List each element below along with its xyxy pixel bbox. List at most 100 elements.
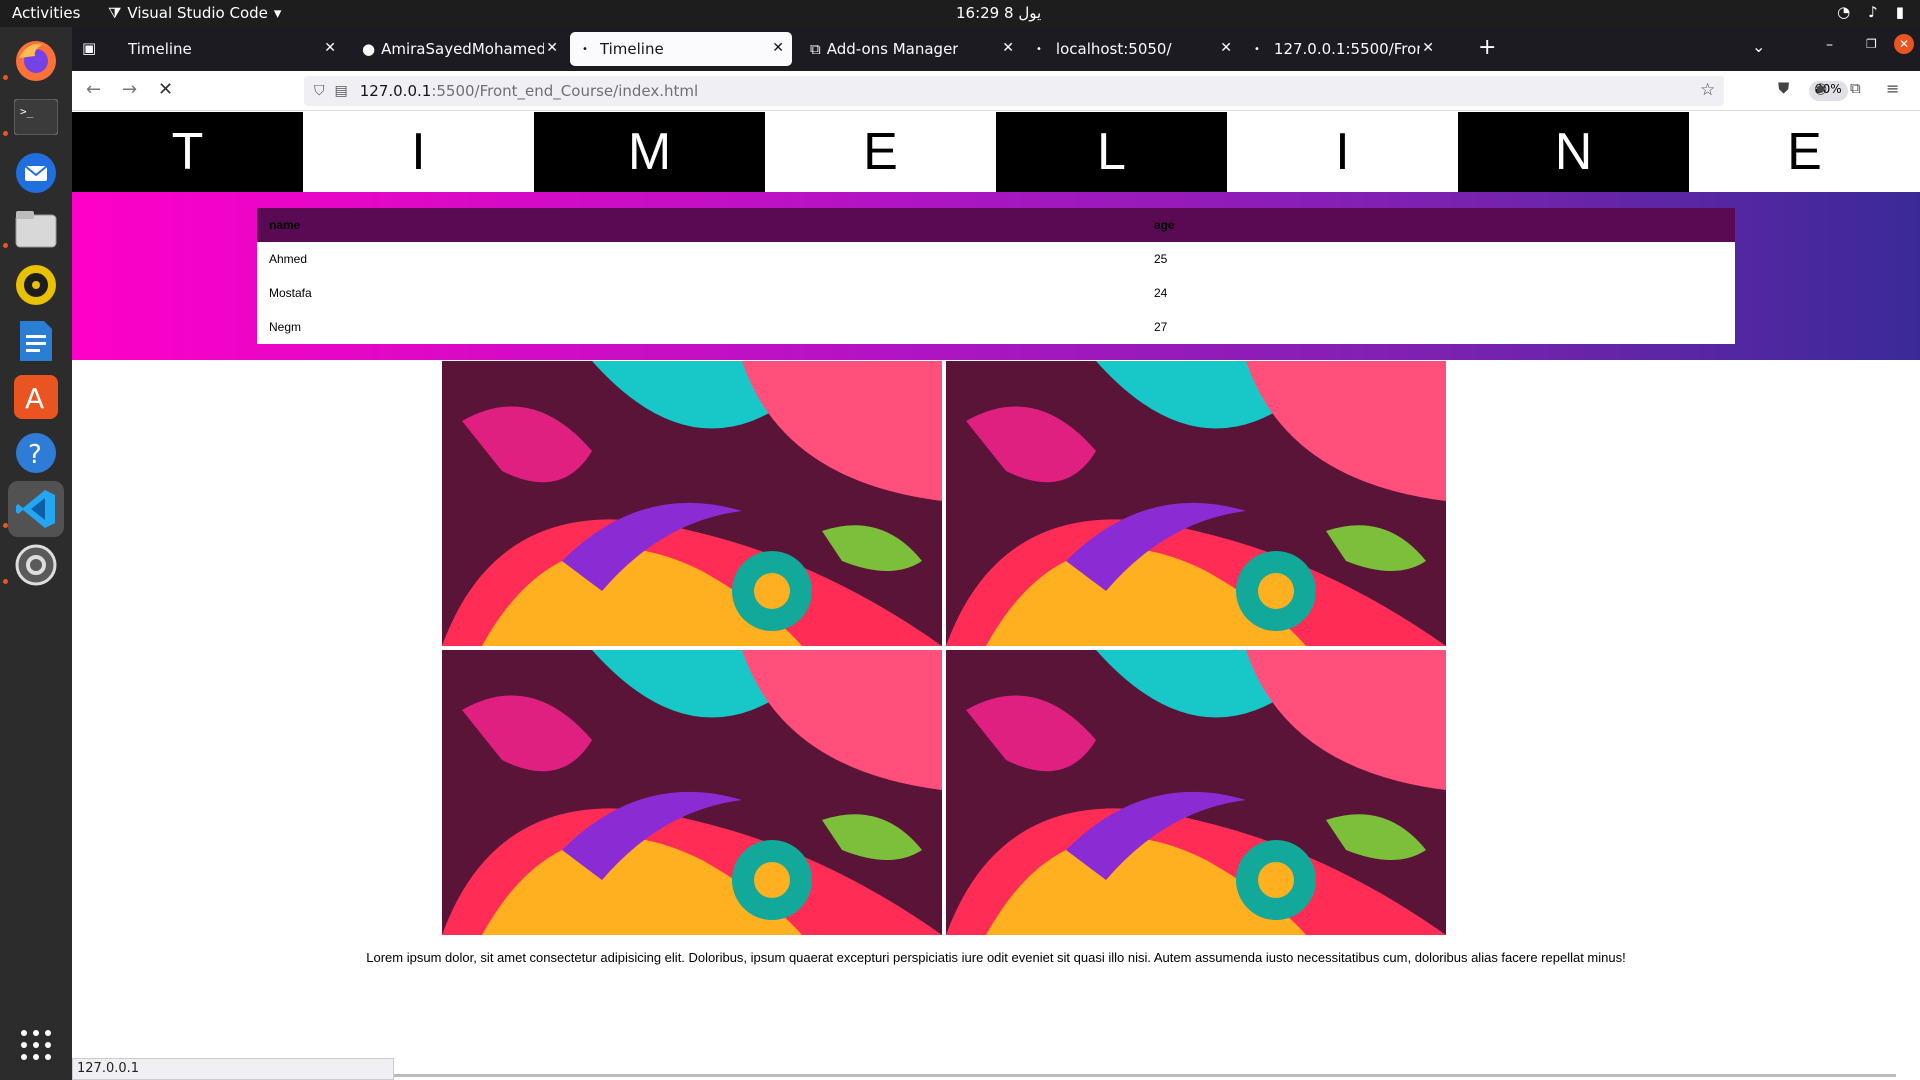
tab-title: AmiraSayedMohamed/IT [381, 40, 552, 58]
help-icon[interactable]: ? [8, 425, 64, 481]
table-row: Ahmed 25 [257, 242, 1735, 276]
letter-block: I [303, 112, 534, 192]
thunderbird-icon[interactable] [8, 145, 64, 201]
app-menu[interactable]: ⧩ Visual Studio Code ▾ [108, 4, 281, 22]
account-icon[interactable]: ◉ [1814, 79, 1827, 97]
letter-block: I [1227, 112, 1458, 192]
url-host: 127.0.0.1 [359, 82, 432, 100]
gallery-image [442, 650, 942, 935]
tab-dot-icon: • [582, 43, 588, 55]
table-cell: 24 [1142, 276, 1735, 310]
svg-text:A: A [25, 382, 44, 415]
gallery-image [442, 361, 942, 646]
tab-list-icon[interactable]: ▣ [82, 39, 96, 57]
close-icon[interactable]: ✕ [772, 40, 784, 56]
gallery-image [946, 650, 1446, 935]
tab-timeline-active[interactable]: • Timeline ✕ [570, 32, 792, 66]
page-icon[interactable]: ▤ [335, 83, 348, 99]
system-status-area[interactable]: ◔ ♪ ▮ [1837, 3, 1904, 21]
url-bar[interactable]: ⛉ ▤ 127.0.0.1:5500/Front_end_Course/inde… [304, 76, 1848, 106]
timeline-letters: T I M E L I N E [72, 112, 1920, 192]
tab-timeline-1[interactable]: Timeline ✕ [116, 32, 344, 66]
close-icon[interactable]: ✕ [1420, 40, 1434, 56]
vscode-small-icon: ⧩ [108, 4, 122, 22]
hamburger-menu-icon[interactable]: ≡ [1886, 79, 1899, 98]
forward-icon[interactable]: → [122, 79, 137, 100]
dock: >_ A ? [0, 27, 72, 1080]
chevron-down-icon: ▾ [273, 4, 282, 22]
svg-text:?: ? [28, 440, 42, 470]
pocket-icon[interactable]: ⛊ [1778, 79, 1789, 97]
letter-block: T [72, 112, 303, 192]
extensions-icon[interactable]: ⧉ [1850, 79, 1861, 97]
app-center-icon[interactable]: A [8, 369, 64, 425]
table-header-row: name age [257, 208, 1735, 242]
tab-title: 127.0.0.1:5500/Front_en [1273, 40, 1424, 58]
rhythmbox-icon[interactable] [8, 257, 64, 313]
url-path: :5500/Front_end_Course/index.html [431, 82, 699, 100]
firefox-icon[interactable] [8, 33, 64, 89]
tab-dot-icon: • [1036, 43, 1042, 55]
table-row: Mostafa 24 [257, 276, 1735, 310]
svg-text:>_: >_ [20, 105, 34, 118]
restore-icon[interactable]: ❐ [1866, 37, 1877, 51]
gradient-section: name age Ahmed 25 Mostafa 24 Negm 27 [72, 192, 1920, 360]
horizontal-scrollbar[interactable] [394, 1074, 1896, 1077]
show-apps-icon[interactable] [8, 1017, 64, 1073]
table-cell: Ahmed [257, 242, 1142, 276]
letter-block: L [996, 112, 1227, 192]
tab-title: Add-ons Manager [826, 40, 959, 58]
close-icon[interactable]: ✕ [544, 40, 558, 56]
puzzle-icon: ⧉ [810, 40, 821, 58]
terminal-icon[interactable]: >_ [8, 89, 64, 145]
tab-addons-manager[interactable]: ⧉ Add-ons Manager ✕ [798, 32, 1022, 66]
tab-title: Timeline [128, 40, 192, 58]
files-icon[interactable] [8, 201, 64, 257]
settings-icon[interactable] [8, 537, 64, 593]
writer-icon[interactable] [8, 313, 64, 369]
letter-block: N [1458, 112, 1689, 192]
tab-dot-icon: • [1254, 43, 1260, 55]
new-tab-icon[interactable]: + [1478, 35, 1496, 60]
minimize-icon[interactable]: – [1826, 37, 1833, 53]
page-viewport: T I M E L I N E name age Ahmed 25 Mostaf… [72, 112, 1920, 1080]
vscode-icon[interactable] [8, 481, 64, 537]
list-all-tabs-icon[interactable]: ⌄ [1752, 37, 1765, 56]
gallery-image [946, 361, 1446, 646]
bookmark-star-icon[interactable]: ☆ [1700, 80, 1715, 100]
app-menu-label: Visual Studio Code [127, 4, 268, 22]
wifi-icon: ◔ [1837, 3, 1851, 21]
stop-loading-icon[interactable]: ✕ [158, 79, 173, 100]
link-status-bar: 127.0.0.1 [72, 1058, 394, 1080]
close-icon[interactable]: ✕ [1220, 40, 1232, 56]
tab-title: Timeline [599, 40, 664, 58]
browser-tab-bar: ▣ Timeline ✕ ● AmiraSayedMohamed/IT ✕ • … [72, 27, 1920, 71]
table-row: Negm 27 [257, 310, 1735, 344]
tab-github[interactable]: ● AmiraSayedMohamed/IT ✕ [350, 32, 566, 66]
battery-icon: ▮ [1895, 3, 1904, 21]
table-cell: Mostafa [257, 276, 1142, 310]
volume-icon: ♪ [1868, 3, 1878, 21]
people-table: name age Ahmed 25 Mostafa 24 Negm 27 [257, 208, 1735, 344]
table-header-age: age [1154, 218, 1175, 232]
letter-block: M [534, 112, 765, 192]
image-gallery [442, 361, 1448, 937]
table-header-name: name [269, 218, 301, 232]
github-icon: ● [362, 40, 376, 58]
window-close-icon[interactable]: ✕ [1894, 34, 1914, 54]
table-cell: 25 [1142, 242, 1735, 276]
activities-button[interactable]: Activities [12, 4, 80, 22]
lorem-paragraph: Lorem ipsum dolor, sit amet consectetur … [366, 950, 1626, 965]
back-icon[interactable]: ← [86, 79, 101, 100]
tab-localhost-5050[interactable]: • localhost:5050/ ✕ [1024, 32, 1240, 66]
table-cell: 27 [1142, 310, 1735, 344]
close-icon[interactable]: ✕ [324, 40, 336, 56]
shield-icon[interactable]: ⛉ [314, 83, 325, 99]
clock[interactable]: 16:29 8 يول [956, 4, 1041, 22]
letter-block: E [765, 112, 996, 192]
close-icon[interactable]: ✕ [1002, 40, 1014, 56]
letter-block: E [1689, 112, 1920, 192]
tab-localhost-5500[interactable]: • 127.0.0.1:5500/Front_en ✕ [1242, 32, 1442, 66]
os-top-bar: Activities ⧩ Visual Studio Code ▾ 16:29 … [0, 0, 1920, 27]
table-cell: Negm [257, 310, 1142, 344]
